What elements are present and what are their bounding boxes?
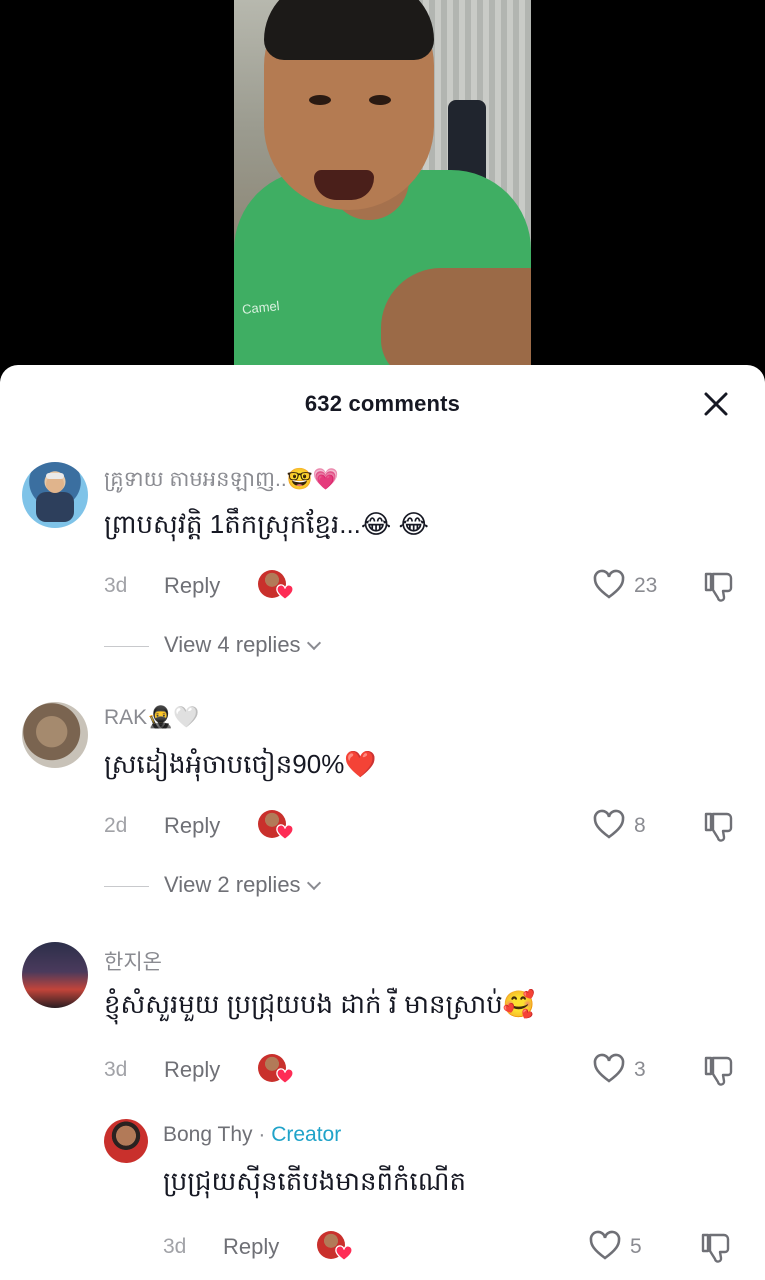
comment-username[interactable]: RAK🥷🤍: [104, 706, 199, 730]
avatar[interactable]: [104, 1119, 148, 1163]
like-count: 23: [634, 574, 658, 597]
heart-icon[interactable]: [588, 1229, 622, 1263]
comments-header: 632 comments: [0, 365, 765, 443]
comment-item: 한지온 ខ្ញុំសំសួរមួយ ប្រជ្រុយបង ដាក់ រឺ មាន…: [0, 940, 765, 1100]
view-replies-button[interactable]: View 2 replies: [164, 872, 321, 898]
video-person-eye: [369, 95, 391, 105]
like-count: 3: [634, 1058, 646, 1081]
comments-sheet: 632 comments គ្រូទាយ តាមអនឡាញ..🤓💗 ព្រាបស…: [0, 365, 765, 1280]
creator-liked-heart-icon: [276, 824, 294, 841]
creator-badge: Creator: [271, 1123, 342, 1146]
reply-button[interactable]: Reply: [164, 573, 220, 599]
comment-time: 2d: [104, 814, 128, 837]
heart-icon[interactable]: [592, 1052, 626, 1086]
view-replies-button[interactable]: View 4 replies: [164, 632, 321, 658]
close-icon[interactable]: [699, 387, 733, 421]
dislike-icon[interactable]: [702, 1054, 736, 1088]
reply-text: ប្រជ្រុយស៊ីនតើបងមានពីកំណើត: [163, 1166, 467, 1196]
chevron-down-icon: [306, 635, 321, 651]
comment-text: ស្រដៀងអ៉ំចាបចៀន90%❤️: [104, 749, 377, 779]
video-person-mouth: [314, 170, 374, 200]
comment-text: ព្រាបសុវត្តិ 1តឹកស្រុកខ្មែរ...😂 😂: [104, 509, 429, 539]
creator-liked-heart-icon: [276, 584, 294, 601]
comment-actions: 3d Reply 3: [104, 1050, 744, 1090]
dislike-icon[interactable]: [702, 570, 736, 604]
chevron-down-icon: [306, 875, 321, 891]
view-replies-divider: [104, 886, 149, 887]
video-person-hair: [264, 0, 434, 60]
like-count: 5: [630, 1235, 642, 1258]
reply-button[interactable]: Reply: [164, 813, 220, 839]
comment-username[interactable]: 한지온: [104, 946, 162, 976]
reply-time: 3d: [163, 1235, 187, 1258]
comment-text: ខ្ញុំសំសួរមួយ ប្រជ្រុយបង ដាក់ រឺ មានស្រា…: [104, 989, 536, 1019]
reply-username-row: Bong Thy · Creator: [163, 1123, 341, 1147]
dislike-icon[interactable]: [699, 1231, 733, 1265]
video-frame: Camel: [234, 0, 531, 380]
comment-actions: 3d Reply 23: [104, 566, 744, 606]
comment-time: 3d: [104, 1058, 128, 1081]
comment-time: 3d: [104, 574, 128, 597]
video-person-hand: [381, 268, 531, 380]
reply-actions: 3d Reply 5: [163, 1227, 753, 1267]
reply-button[interactable]: Reply: [223, 1234, 279, 1260]
comment-actions: 2d Reply 8: [104, 806, 744, 846]
like-count: 8: [634, 814, 646, 837]
heart-icon[interactable]: [592, 568, 626, 602]
comment-item: RAK🥷🤍 ស្រដៀងអ៉ំចាបចៀន90%❤️ 2d Reply 8 Vi…: [0, 700, 765, 930]
reply-item: Bong Thy · Creator ប្រជ្រុយស៊ីនតើបងមានពី…: [0, 1115, 765, 1275]
comment-item: គ្រូទាយ តាមអនឡាញ..🤓💗 ព្រាបសុវត្តិ 1តឹកស្…: [0, 460, 765, 690]
video-player[interactable]: Camel: [0, 0, 765, 380]
comments-count-title: 632 comments: [304, 391, 461, 416]
dislike-icon[interactable]: [702, 810, 736, 844]
avatar[interactable]: [22, 942, 88, 1008]
view-replies-label: View 2 replies: [164, 872, 301, 897]
view-replies-label: View 4 replies: [164, 632, 301, 657]
heart-icon[interactable]: [592, 808, 626, 842]
avatar[interactable]: [22, 462, 88, 528]
comment-username[interactable]: គ្រូទាយ តាមអនឡាញ..🤓💗: [104, 466, 339, 497]
view-replies-divider: [104, 646, 149, 647]
avatar[interactable]: [22, 702, 88, 768]
reply-username[interactable]: Bong Thy: [163, 1123, 253, 1146]
video-person-eye: [309, 95, 331, 105]
reply-button[interactable]: Reply: [164, 1057, 220, 1083]
separator-dot: ·: [258, 1123, 266, 1146]
creator-liked-heart-icon: [335, 1245, 353, 1262]
creator-liked-heart-icon: [276, 1068, 294, 1085]
